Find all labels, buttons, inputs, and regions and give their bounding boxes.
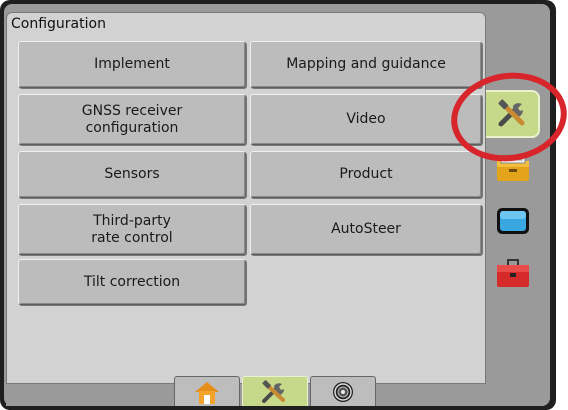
gnss-receiver-button[interactable]: GNSS receiver configuration xyxy=(18,94,246,145)
toolbox-red-icon xyxy=(497,259,529,287)
product-label: Product xyxy=(339,166,393,182)
autosteer-button[interactable]: AutoSteer xyxy=(250,204,482,255)
screen-blue-icon xyxy=(497,208,529,234)
mapping-guidance-label: Mapping and guidance xyxy=(286,56,446,72)
sensors-button[interactable]: Sensors xyxy=(18,151,246,198)
third-party-label: Third-party rate control xyxy=(91,212,173,246)
bottom-tab-home[interactable] xyxy=(174,376,240,406)
home-icon xyxy=(195,381,219,404)
camera-icon xyxy=(333,381,353,402)
product-button[interactable]: Product xyxy=(250,151,482,198)
video-button[interactable]: Video xyxy=(250,94,482,145)
panel-title: Configuration xyxy=(11,16,106,32)
implement-label: Implement xyxy=(94,56,170,72)
bottom-tab-camera[interactable] xyxy=(310,376,376,406)
side-tab-red-toolbox[interactable] xyxy=(486,250,540,298)
third-party-rate-control-button[interactable]: Third-party rate control xyxy=(18,204,246,255)
configuration-panel: Configuration Implement Mapping and guid… xyxy=(6,12,486,384)
bottom-tab-configuration[interactable] xyxy=(242,376,308,406)
video-label: Video xyxy=(346,111,386,127)
sensors-label: Sensors xyxy=(104,166,160,182)
autosteer-label: AutoSteer xyxy=(331,221,401,237)
tools-icon xyxy=(262,379,285,403)
tilt-correction-label: Tilt correction xyxy=(83,273,181,290)
mapping-guidance-button[interactable]: Mapping and guidance xyxy=(250,41,482,88)
gnss-label: GNSS receiver configuration xyxy=(81,102,183,136)
tilt-correction-button[interactable]: Tilt correction xyxy=(18,259,246,305)
side-tab-screen[interactable] xyxy=(486,197,540,245)
implement-button[interactable]: Implement xyxy=(18,41,246,88)
